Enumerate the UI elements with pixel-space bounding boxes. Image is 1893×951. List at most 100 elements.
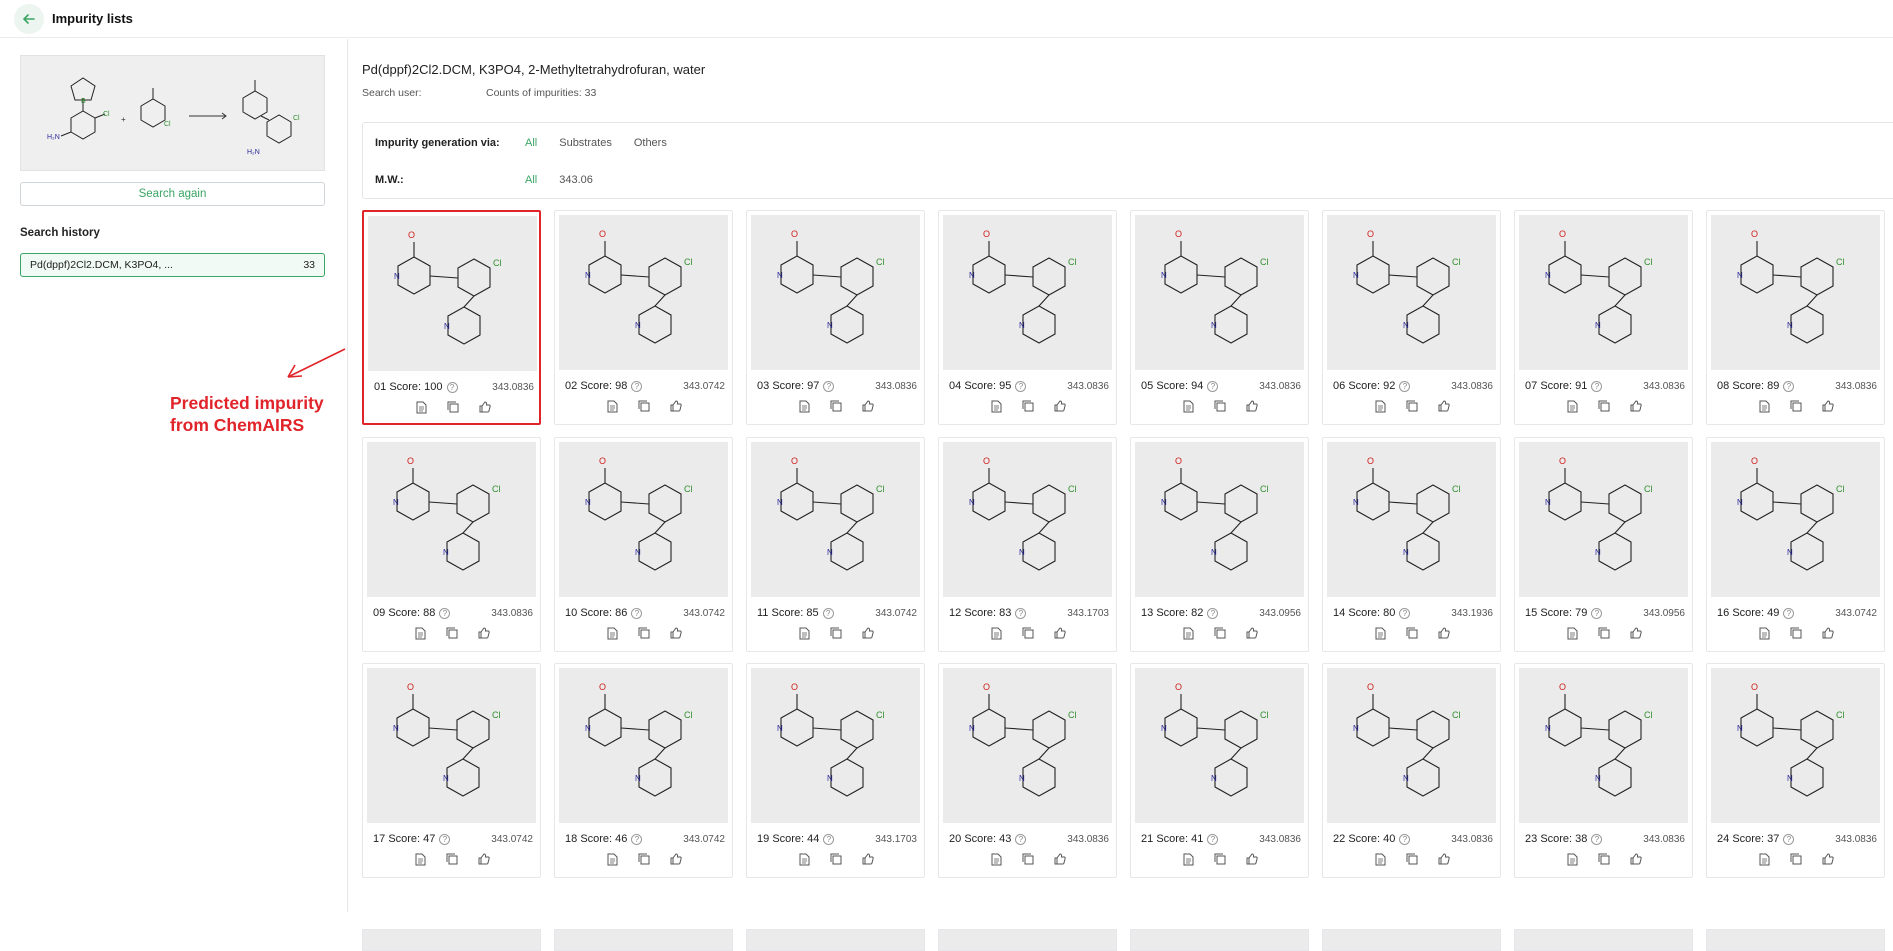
impurity-card[interactable] xyxy=(938,929,1117,951)
question-circle-icon[interactable]: ? xyxy=(1207,607,1219,619)
document-icon[interactable] xyxy=(797,626,811,640)
document-icon[interactable] xyxy=(1757,852,1771,866)
question-circle-icon[interactable]: ? xyxy=(1783,380,1795,392)
impurity-card[interactable]: Cl O N N 06 Score: 92 ? 343.0836 xyxy=(1322,210,1501,425)
impurity-card[interactable]: Cl O N N 04 Score: 95 ? 343.0836 xyxy=(938,210,1117,425)
copy-icon[interactable] xyxy=(445,852,459,866)
thumbs-up-icon[interactable] xyxy=(477,852,491,866)
document-icon[interactable] xyxy=(1565,626,1579,640)
document-icon[interactable] xyxy=(1373,399,1387,413)
document-icon[interactable] xyxy=(413,626,427,640)
copy-icon[interactable] xyxy=(1789,852,1803,866)
thumbs-up-icon[interactable] xyxy=(478,400,492,414)
impurity-card[interactable]: Cl O N N 09 Score: 88 ? 343.0836 xyxy=(362,437,541,652)
question-circle-icon[interactable]: ? xyxy=(1783,607,1795,619)
copy-icon[interactable] xyxy=(1789,399,1803,413)
document-icon[interactable] xyxy=(1181,852,1195,866)
thumbs-up-icon[interactable] xyxy=(1245,626,1259,640)
copy-icon[interactable] xyxy=(1213,852,1227,866)
copy-icon[interactable] xyxy=(1213,399,1227,413)
document-icon[interactable] xyxy=(989,399,1003,413)
question-circle-icon[interactable]: ? xyxy=(1399,833,1411,845)
thumbs-up-icon[interactable] xyxy=(1053,626,1067,640)
thumbs-up-icon[interactable] xyxy=(669,399,683,413)
question-circle-icon[interactable]: ? xyxy=(1591,380,1603,392)
thumbs-up-icon[interactable] xyxy=(1245,852,1259,866)
thumbs-up-icon[interactable] xyxy=(1629,399,1643,413)
thumbs-up-icon[interactable] xyxy=(1245,399,1259,413)
copy-icon[interactable] xyxy=(1021,626,1035,640)
question-circle-icon[interactable]: ? xyxy=(1015,380,1027,392)
document-icon[interactable] xyxy=(989,626,1003,640)
copy-icon[interactable] xyxy=(1405,852,1419,866)
impurity-card[interactable]: Cl O N N 12 Score: 83 ? 343.1703 xyxy=(938,437,1117,652)
thumbs-up-icon[interactable] xyxy=(669,626,683,640)
question-circle-icon[interactable]: ? xyxy=(439,607,451,619)
copy-icon[interactable] xyxy=(1405,626,1419,640)
copy-icon[interactable] xyxy=(1213,626,1227,640)
mw-filter-all[interactable]: All xyxy=(525,174,537,186)
copy-icon[interactable] xyxy=(829,852,843,866)
impurity-card[interactable]: Cl O N N 02 Score: 98 ? 343.0742 xyxy=(554,210,733,425)
copy-icon[interactable] xyxy=(637,852,651,866)
impurity-card[interactable]: Cl O N N 18 Score: 46 ? 343.0742 xyxy=(554,663,733,878)
impurity-card[interactable] xyxy=(362,929,541,951)
impurity-card[interactable]: Cl O N N 16 Score: 49 ? 343.0742 xyxy=(1706,437,1885,652)
copy-icon[interactable] xyxy=(1021,852,1035,866)
thumbs-up-icon[interactable] xyxy=(1629,852,1643,866)
document-icon[interactable] xyxy=(797,399,811,413)
filter-substrates[interactable]: Substrates xyxy=(559,137,612,149)
copy-icon[interactable] xyxy=(637,399,651,413)
mw-filter-value[interactable]: 343.06 xyxy=(559,174,593,186)
question-circle-icon[interactable]: ? xyxy=(822,607,834,619)
question-circle-icon[interactable]: ? xyxy=(1591,833,1603,845)
copy-icon[interactable] xyxy=(446,400,460,414)
question-circle-icon[interactable]: ? xyxy=(631,380,643,392)
document-icon[interactable] xyxy=(605,852,619,866)
document-icon[interactable] xyxy=(1565,852,1579,866)
question-circle-icon[interactable]: ? xyxy=(631,607,643,619)
impurity-card[interactable]: Cl O N N 24 Score: 37 ? 343.0836 xyxy=(1706,663,1885,878)
thumbs-up-icon[interactable] xyxy=(1821,626,1835,640)
copy-icon[interactable] xyxy=(1021,399,1035,413)
copy-icon[interactable] xyxy=(1597,399,1611,413)
impurity-card[interactable]: Cl O N N 14 Score: 80 ? 343.1936 xyxy=(1322,437,1501,652)
impurity-card[interactable]: Cl O N N 13 Score: 82 ? 343.0956 xyxy=(1130,437,1309,652)
thumbs-up-icon[interactable] xyxy=(861,399,875,413)
document-icon[interactable] xyxy=(989,852,1003,866)
document-icon[interactable] xyxy=(605,626,619,640)
document-icon[interactable] xyxy=(1373,852,1387,866)
document-icon[interactable] xyxy=(1565,399,1579,413)
question-circle-icon[interactable]: ? xyxy=(1399,380,1411,392)
impurity-card[interactable] xyxy=(1130,929,1309,951)
impurity-card[interactable]: Cl O N N 08 Score: 89 ? 343.0836 xyxy=(1706,210,1885,425)
impurity-card[interactable] xyxy=(1322,929,1501,951)
impurity-card[interactable] xyxy=(1514,929,1693,951)
copy-icon[interactable] xyxy=(829,626,843,640)
question-circle-icon[interactable]: ? xyxy=(1399,607,1411,619)
question-circle-icon[interactable]: ? xyxy=(1015,833,1027,845)
impurity-card[interactable]: Cl O N N 07 Score: 91 ? 343.0836 xyxy=(1514,210,1693,425)
filter-others[interactable]: Others xyxy=(634,137,667,149)
question-circle-icon[interactable]: ? xyxy=(1783,833,1795,845)
thumbs-up-icon[interactable] xyxy=(1053,852,1067,866)
impurity-card[interactable]: Cl O N N 17 Score: 47 ? 343.0742 xyxy=(362,663,541,878)
document-icon[interactable] xyxy=(1757,626,1771,640)
impurity-card[interactable]: Cl O N N 05 Score: 94 ? 343.0836 xyxy=(1130,210,1309,425)
question-circle-icon[interactable]: ? xyxy=(439,833,451,845)
impurity-card[interactable]: Cl O N N 10 Score: 86 ? 343.0742 xyxy=(554,437,733,652)
document-icon[interactable] xyxy=(1757,399,1771,413)
impurity-card[interactable]: Cl O N N 11 Score: 85 ? 343.0742 xyxy=(746,437,925,652)
question-circle-icon[interactable]: ? xyxy=(446,381,458,393)
document-icon[interactable] xyxy=(1373,626,1387,640)
question-circle-icon[interactable]: ? xyxy=(1591,607,1603,619)
question-circle-icon[interactable]: ? xyxy=(823,833,835,845)
thumbs-up-icon[interactable] xyxy=(1821,852,1835,866)
document-icon[interactable] xyxy=(797,852,811,866)
copy-icon[interactable] xyxy=(1789,626,1803,640)
impurity-card[interactable] xyxy=(746,929,925,951)
impurity-card[interactable]: Cl O N N 21 Score: 41 ? 343.0836 xyxy=(1130,663,1309,878)
copy-icon[interactable] xyxy=(829,399,843,413)
thumbs-up-icon[interactable] xyxy=(1053,399,1067,413)
impurity-card[interactable] xyxy=(554,929,733,951)
